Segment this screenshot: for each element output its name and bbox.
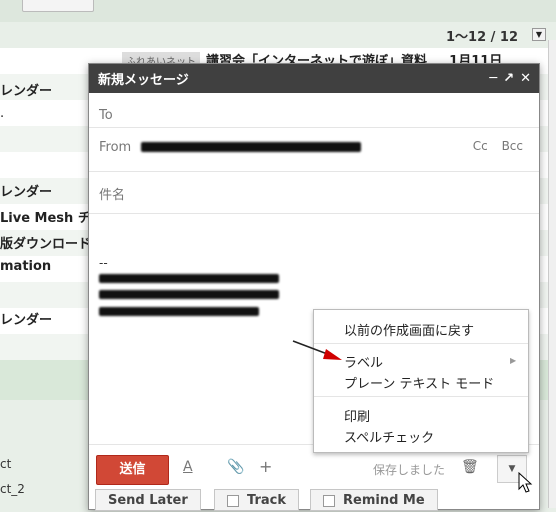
trash-icon[interactable]: 🗑 [461,459,479,475]
menu-item-print[interactable]: 印刷 [344,406,370,425]
bcc-link[interactable]: Bcc [502,139,523,153]
sidebar-item[interactable]: レンダー [0,181,52,200]
more-options-menu: 以前の作成画面に戻す ラベル ▶ プレーン テキスト モード 印刷 スペルチェッ… [313,309,529,453]
from-label: From [99,140,132,155]
pager-text: 1〜12 / 12 [446,30,519,45]
format-text-icon[interactable]: A [183,459,193,475]
sidebar-item[interactable]: 版ダウンロード [0,233,91,252]
sidebar-item[interactable]: レンダー [0,80,52,99]
menu-divider [314,396,528,397]
track-checkbox[interactable] [227,494,239,507]
redacted-signature-line [99,274,279,283]
subject-placeholder: 件名 [99,188,126,203]
mouse-cursor-icon [518,472,533,493]
menu-item-restore-old-compose[interactable]: 以前の作成画面に戻す [344,320,474,339]
remind-me-label: Remind Me [343,493,425,508]
saved-status: 保存しました [373,463,446,477]
signature-dashes: -- [99,256,108,270]
annotation-arrow-icon [292,340,342,360]
list-item[interactable]: ct_2 [0,482,92,502]
popout-icon[interactable]: ↗ [503,71,514,86]
sidebar-item[interactable]: mation [0,259,51,274]
minimize-icon[interactable]: ─ [489,71,497,86]
top-bar [0,0,556,22]
subject-field[interactable]: 件名 [89,172,539,214]
track-label: Track [247,493,286,508]
submenu-arrow-icon: ▶ [510,356,517,365]
close-icon[interactable]: ✕ [520,71,531,86]
scrollbar[interactable] [548,40,556,508]
sidebar-item[interactable]: レンダー [0,309,52,328]
to-label: To [99,108,113,123]
paperclip-icon[interactable]: 📎 [227,459,244,475]
remind-me-checkbox[interactable] [323,494,335,507]
compose-header: 新規メッセージ ─ ↗ ✕ [89,64,539,93]
redacted-from-address [141,142,361,152]
from-field[interactable]: From Cc Bcc [89,128,539,172]
to-field[interactable]: To [89,94,539,128]
compose-title: 新規メッセージ [98,73,189,88]
sidebar-item[interactable]: . [0,106,4,121]
send-button[interactable]: 送信 [96,455,169,485]
menu-item-spellcheck[interactable]: スペルチェック [344,427,434,446]
plus-icon[interactable]: + [259,457,272,476]
cc-link[interactable]: Cc [473,139,488,153]
list-item[interactable]: ct [0,457,92,477]
menu-item-plain-text[interactable]: プレーン テキスト モード [344,373,494,392]
top-button[interactable] [22,0,94,12]
sidebar-item[interactable]: Live Mesh チ [0,207,91,226]
pager-dropdown-icon[interactable]: ▼ [532,28,546,41]
redacted-signature-line [99,307,259,316]
redacted-signature-line [99,290,279,299]
